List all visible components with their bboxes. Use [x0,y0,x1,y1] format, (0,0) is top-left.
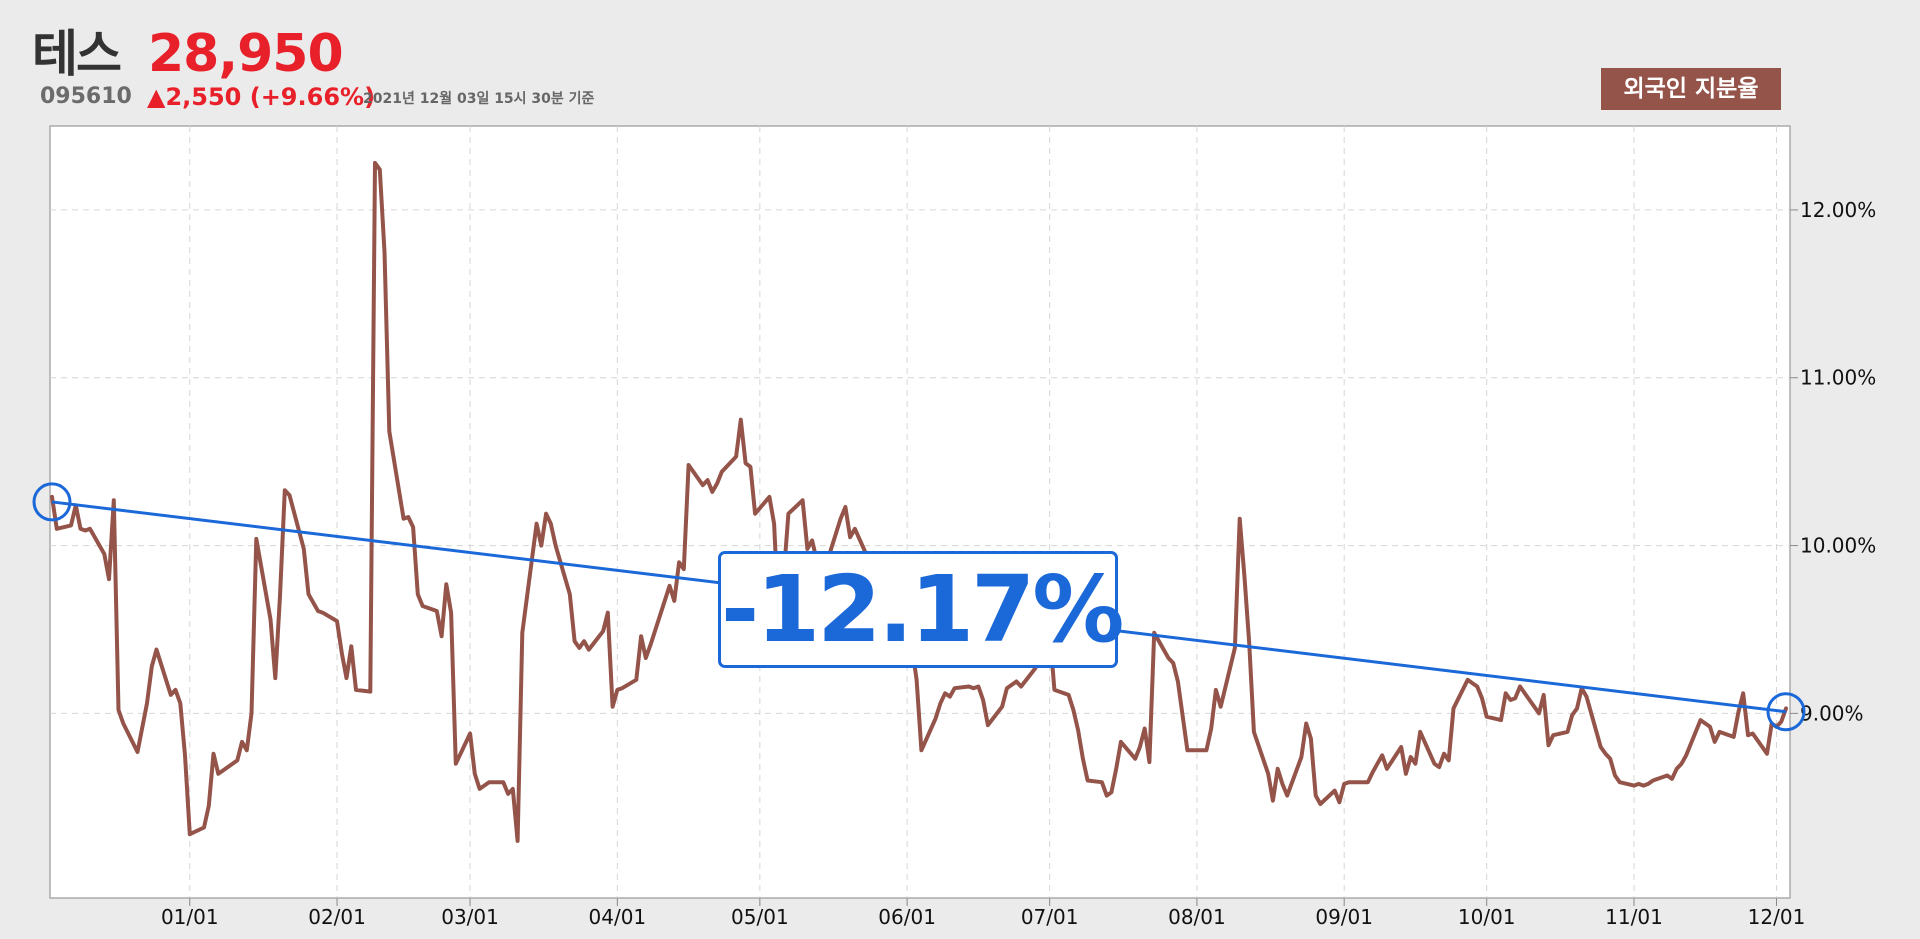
chart-svg: 9.00%10.00%11.00%12.00% 01/01 02/01 03/01 0… [32,125,1876,929]
y-tick-label: 9.00% [1800,701,1864,725]
y-tick-label: 12.00% [1800,198,1876,222]
x-tick-label: 01/01 [161,905,219,929]
x-tick-label: 09/01 [1315,905,1373,929]
x-tick-label: 11/01 [1605,905,1663,929]
change-percent-box: -12.17% [718,551,1124,668]
x-tick-label: 03/01 [441,905,499,929]
y-tick-label: 11.00% [1800,366,1876,390]
x-tick-label: 06/01 [878,905,936,929]
y-axis: 9.00% 10.00% 11.00% 12.00% [1790,198,1876,725]
plot-area [49,125,1791,899]
x-tick-label: 04/01 [589,905,647,929]
y-tick-label: 10.00% [1800,534,1876,558]
x-tick-label: 02/01 [308,905,366,929]
x-tick-label: 12/01 [1748,905,1806,929]
x-tick-label: 05/01 [731,905,789,929]
x-tick-label: 08/01 [1168,905,1226,929]
x-tick-label: 10/01 [1458,905,1516,929]
x-tick-label: 07/01 [1021,905,1079,929]
x-axis: 01/01 02/01 03/01 04/01 05/01 06/01 07/01 08/01… [161,898,1805,929]
